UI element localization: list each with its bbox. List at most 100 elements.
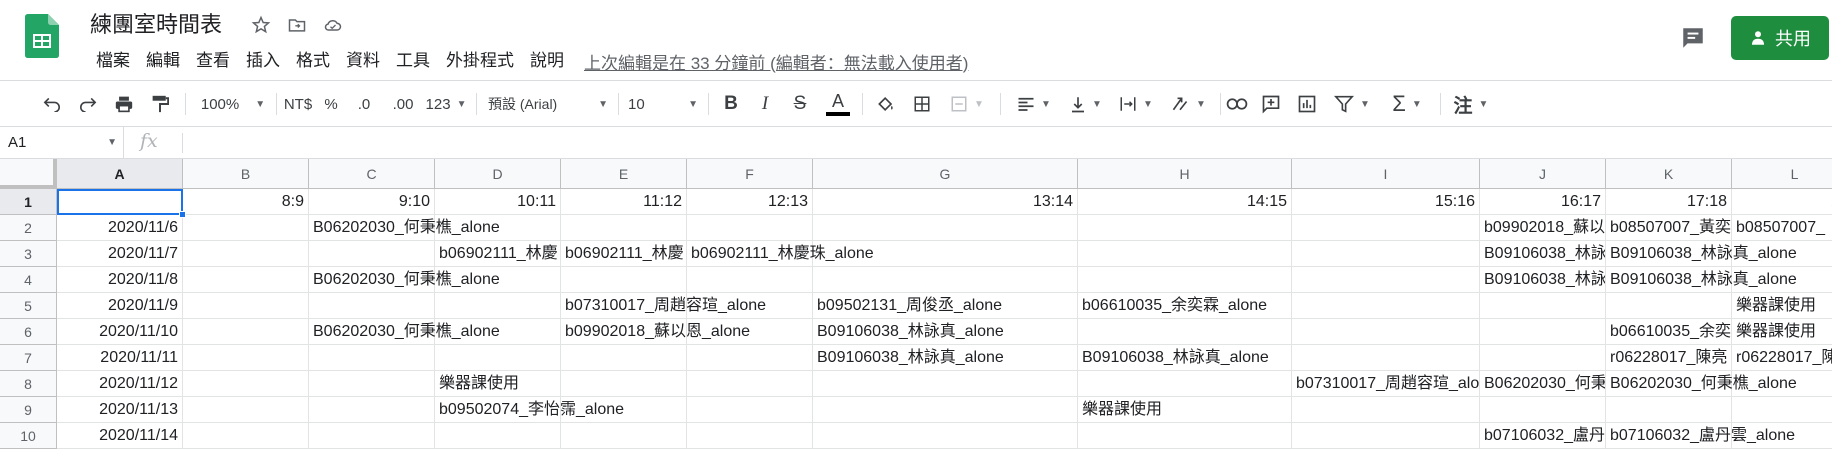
cell-g9[interactable] bbox=[813, 397, 1078, 423]
cell-b8[interactable] bbox=[183, 371, 309, 397]
cell-f4[interactable] bbox=[687, 267, 813, 293]
share-button[interactable]: 共用 bbox=[1731, 16, 1829, 60]
cell-d10[interactable] bbox=[435, 423, 561, 449]
cell-c1[interactable]: 9:10 bbox=[309, 189, 435, 215]
column-header-i[interactable]: I bbox=[1292, 159, 1480, 189]
filter-icon[interactable]: ▼ bbox=[1328, 89, 1376, 119]
fill-color-icon[interactable] bbox=[872, 89, 900, 119]
undo-icon[interactable] bbox=[38, 89, 66, 119]
print-icon[interactable] bbox=[110, 89, 138, 119]
cell-i1[interactable]: 15:16 bbox=[1292, 189, 1480, 215]
cell-f1[interactable]: 12:13 bbox=[687, 189, 813, 215]
merge-cells-icon[interactable]: ▼ bbox=[944, 89, 990, 119]
cell-k2[interactable]: b08507007_黃奕 bbox=[1606, 215, 1732, 241]
cell-j5[interactable] bbox=[1480, 293, 1606, 319]
cell-k5[interactable] bbox=[1606, 293, 1732, 319]
cell-b3[interactable] bbox=[183, 241, 309, 267]
cell-b2[interactable] bbox=[183, 215, 309, 241]
column-header-b[interactable]: B bbox=[183, 159, 309, 189]
cell-h4[interactable] bbox=[1078, 267, 1292, 293]
cell-i6[interactable] bbox=[1292, 319, 1480, 345]
cell-e5[interactable]: b07310017_周趙容瑄_alone bbox=[561, 293, 766, 319]
cell-j8[interactable]: B06202030_何秉 bbox=[1480, 371, 1606, 397]
cell-e6[interactable]: b09902018_蘇以恩_alone bbox=[561, 319, 750, 345]
decrease-decimal-button[interactable]: .0 bbox=[350, 89, 378, 119]
redo-icon[interactable] bbox=[74, 89, 102, 119]
cell-f8[interactable] bbox=[687, 371, 813, 397]
cell-e1[interactable]: 11:12 bbox=[561, 189, 687, 215]
cell-j1[interactable]: 16:17 bbox=[1480, 189, 1606, 215]
cell-i9[interactable] bbox=[1292, 397, 1480, 423]
row-header-6[interactable]: 6 bbox=[0, 319, 57, 345]
cell-b6[interactable] bbox=[183, 319, 309, 345]
cell-c8[interactable] bbox=[309, 371, 435, 397]
star-icon[interactable] bbox=[248, 12, 274, 38]
cell-h9[interactable]: 樂器課使用 bbox=[1078, 397, 1292, 423]
insert-comment-icon[interactable] bbox=[1256, 89, 1286, 119]
cell-e4[interactable] bbox=[561, 267, 687, 293]
cell-j9[interactable] bbox=[1480, 397, 1606, 423]
fill-handle[interactable] bbox=[179, 211, 186, 218]
cell-h3[interactable] bbox=[1078, 241, 1292, 267]
move-folder-icon[interactable] bbox=[284, 12, 310, 38]
cell-f2[interactable] bbox=[687, 215, 813, 241]
text-color-button[interactable]: A bbox=[824, 89, 852, 119]
document-title[interactable]: 練團室時間表 bbox=[90, 10, 222, 40]
cell-j7[interactable] bbox=[1480, 345, 1606, 371]
name-box[interactable]: A1 ▼ bbox=[0, 127, 124, 158]
cell-j2[interactable]: b09902018_蘇以 bbox=[1480, 215, 1606, 241]
cell-h7[interactable]: B09106038_林詠真_alone bbox=[1078, 345, 1292, 371]
cell-g8[interactable] bbox=[813, 371, 1078, 397]
row-header-4[interactable]: 4 bbox=[0, 267, 57, 293]
menu-data[interactable]: 資料 bbox=[338, 48, 388, 74]
row-header-5[interactable]: 5 bbox=[0, 293, 57, 319]
cell-g2[interactable] bbox=[813, 215, 1078, 241]
cell-a5[interactable]: 2020/11/9 bbox=[57, 293, 183, 319]
menu-insert[interactable]: 插入 bbox=[238, 48, 288, 74]
menu-edit[interactable]: 編輯 bbox=[138, 48, 188, 74]
cell-i4[interactable] bbox=[1292, 267, 1480, 293]
cell-c4[interactable]: B06202030_何秉樵_alone bbox=[309, 267, 500, 293]
menu-addons[interactable]: 外掛程式 bbox=[438, 48, 522, 74]
last-edit-link[interactable]: 上次編輯是在 33 分鐘前 (編輯者：無法載入使用者) bbox=[584, 49, 968, 74]
cell-l7[interactable]: r06228017_陳 bbox=[1732, 345, 1832, 371]
paint-format-icon[interactable] bbox=[146, 89, 174, 119]
cell-g6[interactable]: B09106038_林詠真_alone bbox=[813, 319, 1078, 345]
cell-j3[interactable]: B09106038_林詠 bbox=[1480, 241, 1606, 267]
cell-j10[interactable]: b07106032_盧丹 bbox=[1480, 423, 1606, 449]
cell-h5[interactable]: b06610035_余奕霖_alone bbox=[1078, 293, 1292, 319]
borders-icon[interactable] bbox=[908, 89, 936, 119]
cell-c2[interactable]: B06202030_何秉樵_alone bbox=[309, 215, 500, 241]
cell-d7[interactable] bbox=[435, 345, 561, 371]
cell-k3[interactable]: B09106038_林詠真_alone bbox=[1606, 241, 1797, 267]
cell-e10[interactable] bbox=[561, 423, 687, 449]
cell-a7[interactable]: 2020/11/11 bbox=[57, 345, 183, 371]
cell-e3[interactable]: b06902111_林慶 bbox=[561, 241, 687, 267]
cell-l9[interactable] bbox=[1732, 397, 1832, 423]
cell-l6[interactable]: 樂器課使用 bbox=[1732, 319, 1832, 345]
input-tools-button[interactable]: 注 ▼ bbox=[1448, 89, 1494, 119]
cell-f10[interactable] bbox=[687, 423, 813, 449]
cell-c3[interactable] bbox=[309, 241, 435, 267]
cell-g7[interactable]: B09106038_林詠真_alone bbox=[813, 345, 1078, 371]
increase-decimal-button[interactable]: .00 bbox=[386, 89, 420, 119]
cell-i8[interactable]: b07310017_周趙容瑄_alo bbox=[1292, 371, 1480, 397]
cell-f3[interactable]: b06902111_林慶珠_alone bbox=[687, 241, 874, 267]
cell-h10[interactable] bbox=[1078, 423, 1292, 449]
row-header-8[interactable]: 8 bbox=[0, 371, 57, 397]
cell-k6[interactable]: b06610035_余奕 bbox=[1606, 319, 1732, 345]
cell-b5[interactable] bbox=[183, 293, 309, 319]
cell-d1[interactable]: 10:11 bbox=[435, 189, 561, 215]
cell-j4[interactable]: B09106038_林詠 bbox=[1480, 267, 1606, 293]
cell-i3[interactable] bbox=[1292, 241, 1480, 267]
column-header-f[interactable]: F bbox=[687, 159, 813, 189]
column-header-h[interactable]: H bbox=[1078, 159, 1292, 189]
insert-chart-icon[interactable] bbox=[1292, 89, 1322, 119]
cell-e8[interactable] bbox=[561, 371, 687, 397]
text-wrapping-icon[interactable]: ▼ bbox=[1114, 89, 1158, 119]
column-header-d[interactable]: D bbox=[435, 159, 561, 189]
menu-tools[interactable]: 工具 bbox=[388, 48, 438, 74]
cell-k1[interactable]: 17:18 bbox=[1606, 189, 1732, 215]
column-header-c[interactable]: C bbox=[309, 159, 435, 189]
active-cell-selection[interactable] bbox=[57, 189, 183, 215]
